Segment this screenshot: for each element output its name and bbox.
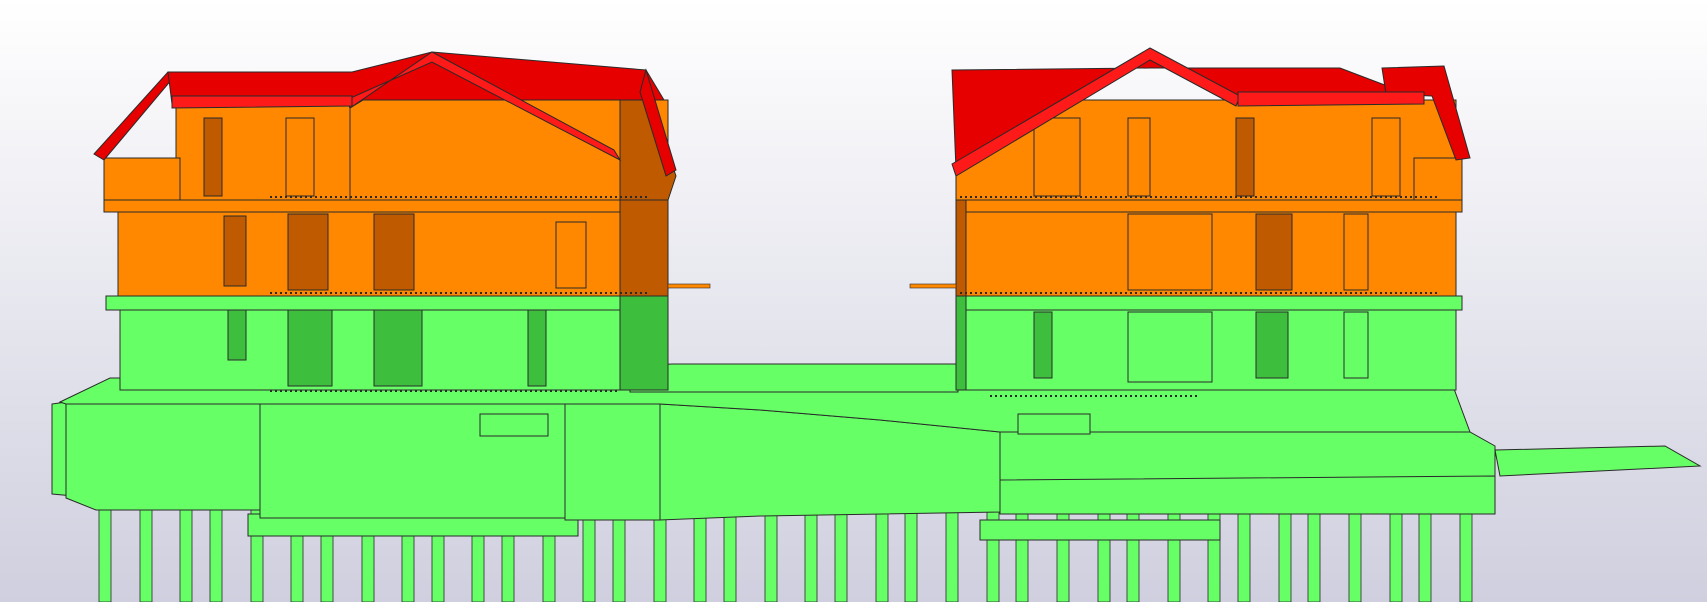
podium-right-bottom <box>999 475 1496 515</box>
pile <box>875 504 889 602</box>
stair-block-right <box>1017 413 1091 435</box>
right-sf-opening-1 <box>1033 117 1081 197</box>
right-sf-opening-2 <box>1127 117 1151 197</box>
pile <box>139 504 153 602</box>
beam-left <box>667 283 711 289</box>
pile <box>904 504 918 602</box>
right-ff-opening-1 <box>1127 213 1213 291</box>
right-gf-opening-1 <box>1033 311 1053 379</box>
right-sf-opening-3 <box>1235 117 1255 197</box>
left-ff-opening-2 <box>287 213 329 291</box>
pile <box>1459 504 1473 602</box>
right-gf-opening-2 <box>1127 311 1213 383</box>
left-building[interactable] <box>93 51 677 391</box>
left-gf-opening-2 <box>287 309 333 387</box>
pile <box>804 504 818 602</box>
left-gf-opening-4 <box>527 309 547 387</box>
left-ff-opening-4 <box>555 221 587 289</box>
podium-left-front <box>65 403 261 511</box>
pile <box>209 504 223 602</box>
left-gf-opening-1 <box>227 309 247 361</box>
pile <box>1237 504 1251 602</box>
right-ground-slab <box>955 295 1463 311</box>
left-ff-side <box>619 199 669 297</box>
left-balcony <box>103 157 181 201</box>
left-ff-opening-1 <box>223 215 247 287</box>
left-gf-side <box>619 295 669 391</box>
pile <box>723 504 737 602</box>
pile <box>693 504 707 602</box>
right-ff-opening-3 <box>1343 213 1369 291</box>
left-roof-edge <box>171 95 353 109</box>
left-sf-opening-1 <box>203 117 223 197</box>
pile <box>764 504 778 602</box>
left-first-slab <box>103 199 669 213</box>
pile <box>1278 504 1292 602</box>
pile-cap-right <box>979 519 1221 541</box>
pile <box>834 504 848 602</box>
right-gf-side <box>955 295 967 391</box>
pile <box>98 504 112 602</box>
pile <box>179 504 193 602</box>
right-ff-opening-2 <box>1255 213 1293 291</box>
pile <box>1389 504 1403 602</box>
right-first-slab <box>955 199 1463 213</box>
3d-model-scene[interactable] <box>0 0 1707 602</box>
courtyard-deck <box>629 363 959 393</box>
pile <box>1307 504 1321 602</box>
left-ff-opening-3 <box>373 213 415 291</box>
left-ground-slab <box>105 295 669 311</box>
left-gf-opening-3 <box>373 309 423 387</box>
right-balcony <box>1413 157 1463 201</box>
left-sf-opening-2 <box>285 117 315 197</box>
right-gf-opening-4 <box>1343 311 1369 379</box>
right-ff-side <box>955 199 967 297</box>
podium-step <box>564 403 661 521</box>
pile <box>1418 504 1432 602</box>
model-viewport[interactable] <box>0 0 1707 602</box>
pile <box>1348 504 1362 602</box>
beam-right <box>909 283 957 289</box>
right-sf-opening-4 <box>1371 117 1401 197</box>
stair-block <box>479 413 549 437</box>
right-gf-opening-3 <box>1255 311 1289 379</box>
pile <box>945 504 959 602</box>
right-roof-edge <box>1237 91 1425 107</box>
